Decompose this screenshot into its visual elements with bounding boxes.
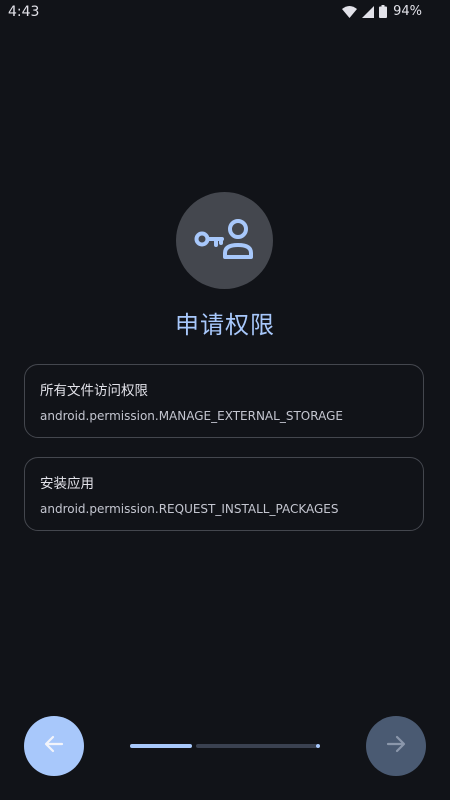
key-person-icon	[192, 215, 258, 267]
status-time: 4:43	[8, 4, 40, 20]
progress-step-pending	[196, 744, 317, 748]
page-title: 申请权限	[175, 311, 275, 339]
wifi-icon	[342, 5, 358, 18]
next-button[interactable]	[366, 716, 426, 776]
arrow-left-icon	[43, 733, 65, 759]
permission-name: 安装应用	[40, 476, 94, 492]
permission-card[interactable]: 安装应用 android.permission.REQUEST_INSTALL_…	[24, 457, 424, 531]
hero-icon-circle	[176, 192, 273, 289]
progress-step-done	[130, 744, 192, 748]
battery-percent: 94%	[393, 4, 422, 19]
back-button[interactable]	[24, 716, 84, 776]
permission-screen: 4:43 94% 申请权限 所有文件访问权限 android.permissio…	[0, 0, 450, 800]
permission-card[interactable]: 所有文件访问权限 android.permission.MANAGE_EXTER…	[24, 364, 424, 438]
arrow-right-icon	[385, 733, 407, 759]
permission-id: android.permission.REQUEST_INSTALL_PACKA…	[40, 502, 339, 516]
progress-end-dot	[316, 744, 320, 748]
permission-name: 所有文件访问权限	[40, 383, 148, 399]
status-icons: 94%	[342, 4, 422, 19]
battery-icon	[379, 5, 388, 18]
status-bar: 4:43 94%	[0, 0, 450, 26]
permission-id: android.permission.MANAGE_EXTERNAL_STORA…	[40, 409, 343, 423]
signal-icon	[362, 5, 375, 18]
